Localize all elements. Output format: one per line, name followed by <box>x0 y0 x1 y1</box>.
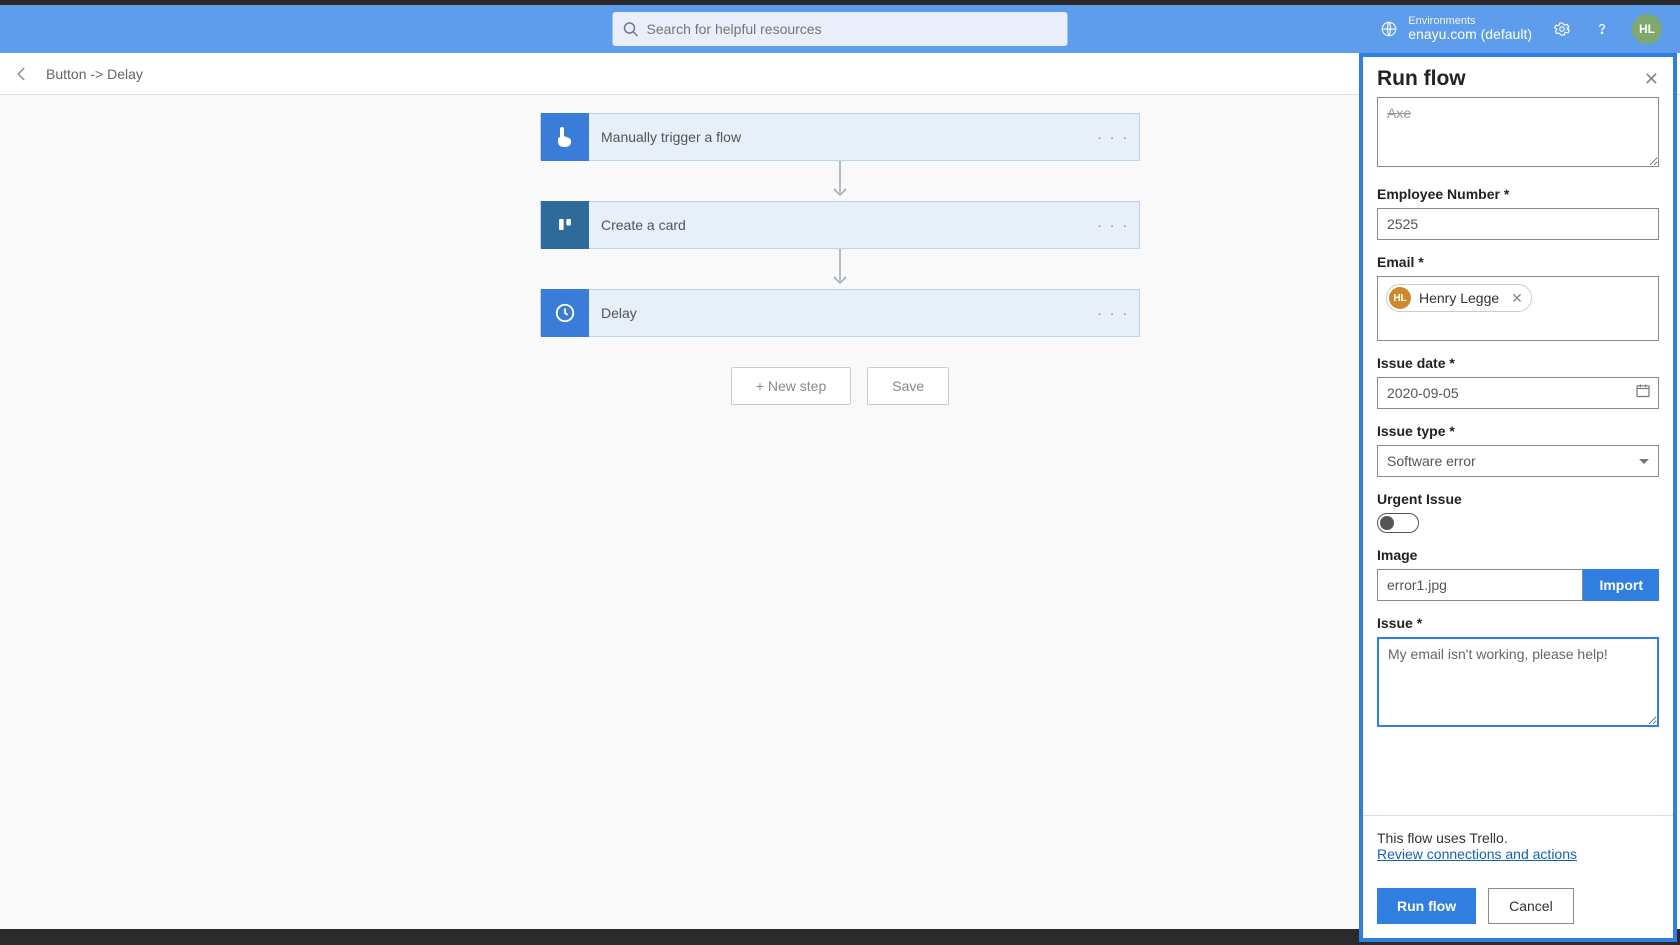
environment-name: enayu.com (default) <box>1408 27 1532 42</box>
employee-number-label: Employee Number * <box>1377 186 1659 202</box>
step-menu-icon[interactable]: · · · <box>1097 129 1129 145</box>
search-input[interactable] <box>647 21 1058 37</box>
search-box[interactable] <box>613 12 1068 46</box>
issue-textarea[interactable] <box>1377 637 1659 727</box>
settings-icon[interactable] <box>1552 19 1572 39</box>
chip-remove-icon[interactable]: ✕ <box>1511 290 1523 307</box>
connector-arrow <box>540 161 1140 201</box>
panel-scroll[interactable]: Employee Number * Email * HL Henry Legge… <box>1363 97 1673 815</box>
issue-label: Issue * <box>1377 615 1659 631</box>
new-step-button[interactable]: + New step <box>731 367 851 405</box>
issue-date-label: Issue date * <box>1377 355 1659 371</box>
connections-text: This flow uses Trello. <box>1377 830 1659 846</box>
run-flow-button[interactable]: Run flow <box>1377 888 1476 924</box>
step-create-card[interactable]: Create a card · · · <box>540 201 1140 249</box>
step-menu-icon[interactable]: · · · <box>1097 217 1129 233</box>
review-connections-link[interactable]: Review connections and actions <box>1377 846 1577 862</box>
issue-type-label: Issue type * <box>1377 423 1659 439</box>
step-title: Create a card <box>601 217 686 233</box>
connector-arrow <box>540 249 1140 289</box>
panel-title: Run flow <box>1377 67 1466 91</box>
issue-date-input[interactable] <box>1377 377 1659 409</box>
step-title: Manually trigger a flow <box>601 129 741 145</box>
top-bar: Environments enayu.com (default) HL <box>0 5 1680 53</box>
help-icon[interactable] <box>1592 19 1612 39</box>
email-people-picker[interactable]: HL Henry Legge ✕ <box>1377 276 1659 341</box>
chip-avatar: HL <box>1389 287 1411 309</box>
import-button[interactable]: Import <box>1583 569 1659 601</box>
image-filename-input[interactable] <box>1377 569 1583 601</box>
touch-icon <box>541 113 589 161</box>
user-avatar[interactable]: HL <box>1632 14 1662 44</box>
chip-name: Henry Legge <box>1419 290 1499 306</box>
search-icon <box>623 21 639 37</box>
clock-icon <box>541 289 589 337</box>
environment-picker[interactable]: Environments enayu.com (default) <box>1380 15 1532 42</box>
image-label: Image <box>1377 547 1659 563</box>
back-arrow-icon[interactable] <box>12 64 32 84</box>
urgent-toggle[interactable] <box>1377 513 1419 533</box>
issue-type-select[interactable] <box>1377 445 1659 477</box>
environment-label: Environments <box>1408 15 1532 27</box>
toggle-knob <box>1380 516 1394 530</box>
breadcrumb: Button -> Delay <box>46 66 143 82</box>
people-chip[interactable]: HL Henry Legge ✕ <box>1386 284 1532 312</box>
cancel-button[interactable]: Cancel <box>1488 888 1574 924</box>
email-label: Email * <box>1377 254 1659 270</box>
step-title: Delay <box>601 305 637 321</box>
step-menu-icon[interactable]: · · · <box>1097 305 1129 321</box>
connections-section: This flow uses Trello. Review connection… <box>1363 815 1673 876</box>
step-trigger[interactable]: Manually trigger a flow · · · <box>540 113 1140 161</box>
trello-icon <box>541 201 589 249</box>
save-button[interactable]: Save <box>867 367 949 405</box>
run-flow-panel: Run flow ✕ Employee Number * Email * HL … <box>1359 53 1677 942</box>
environment-icon <box>1380 20 1398 38</box>
step-delay[interactable]: Delay · · · <box>540 289 1140 337</box>
urgent-label: Urgent Issue <box>1377 491 1659 507</box>
name-field[interactable] <box>1377 97 1659 167</box>
close-icon[interactable]: ✕ <box>1644 69 1659 90</box>
employee-number-input[interactable] <box>1377 208 1659 240</box>
